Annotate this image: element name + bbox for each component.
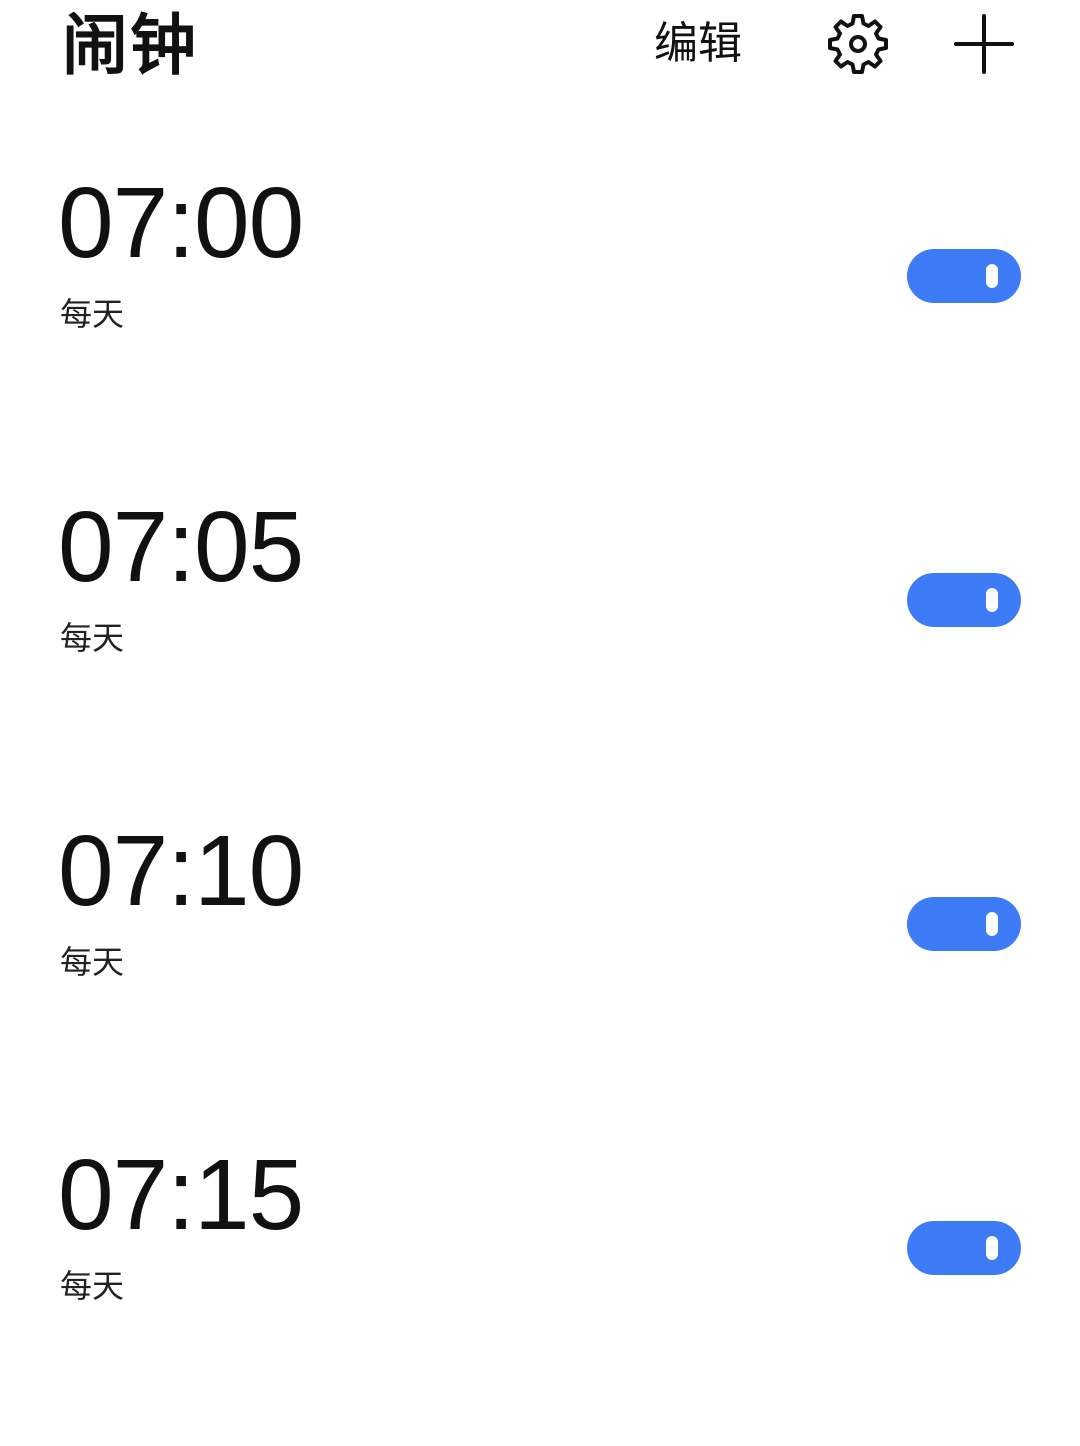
alarm-time: 07:15 — [58, 1139, 304, 1251]
alarm-repeat: 每天 — [60, 943, 125, 981]
edit-button[interactable]: 编辑 — [654, 16, 742, 72]
add-alarm-button[interactable] — [954, 14, 1014, 74]
alarm-toggle[interactable] — [907, 573, 1021, 627]
alarm-time: 07:10 — [58, 815, 304, 927]
alarm-list: 07:00 每天 07:05 每天 07:10 每天 07:15 每天 — [0, 150, 1080, 1446]
alarm-repeat: 每天 — [60, 619, 125, 657]
alarm-item[interactable]: 07:00 每天 — [0, 150, 1080, 474]
alarm-time: 07:05 — [58, 491, 304, 603]
alarm-time: 07:00 — [58, 167, 304, 279]
alarm-item[interactable]: 07:10 每天 — [0, 798, 1080, 1122]
settings-button[interactable] — [828, 14, 888, 74]
plus-icon — [954, 14, 1014, 74]
toggle-knob — [986, 264, 998, 288]
alarm-toggle[interactable] — [907, 897, 1021, 951]
toggle-knob — [986, 912, 998, 936]
toggle-knob — [986, 1236, 998, 1260]
alarm-repeat: 每天 — [60, 1267, 125, 1305]
alarm-repeat: 每天 — [60, 295, 125, 333]
gear-icon — [828, 14, 888, 74]
page-title: 闹钟 — [62, 7, 198, 84]
alarm-item[interactable]: 07:15 每天 — [0, 1122, 1080, 1446]
alarm-toggle[interactable] — [907, 1221, 1021, 1275]
header: 闹钟 编辑 — [0, 0, 1080, 100]
toggle-knob — [986, 588, 998, 612]
alarm-toggle[interactable] — [907, 249, 1021, 303]
alarm-item[interactable]: 07:05 每天 — [0, 474, 1080, 798]
